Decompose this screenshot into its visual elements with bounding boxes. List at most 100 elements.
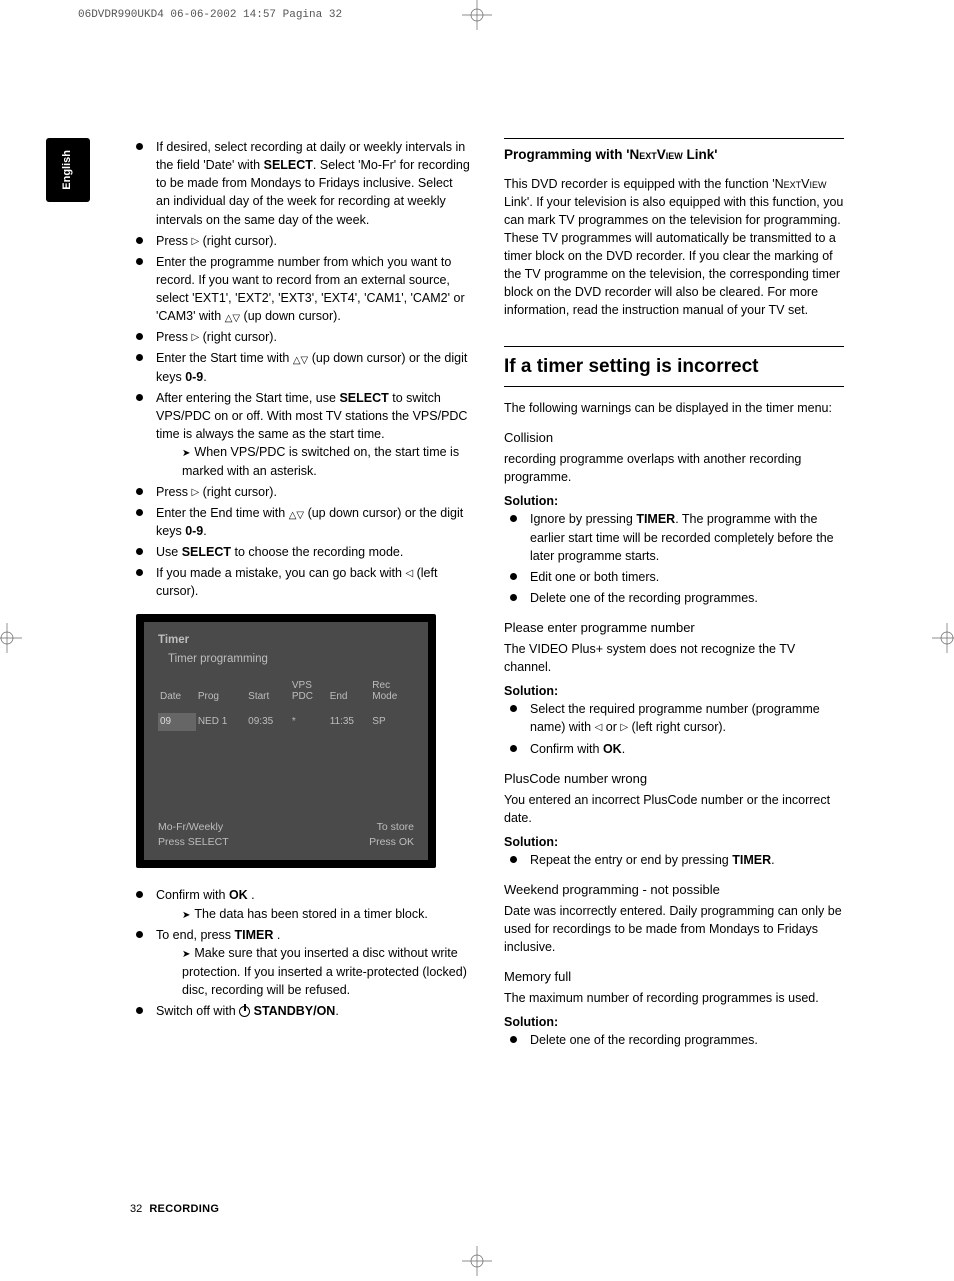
ui-text: EXT4 [323, 291, 354, 305]
list-item: Ignore by pressing TIMER. The programme … [504, 510, 844, 564]
ui-text: Mo-Fr [360, 158, 393, 172]
osd-col-header: Date [158, 678, 196, 713]
osd-col-header: End [328, 678, 371, 713]
right-column: Programming with 'NextView Link' This DV… [504, 138, 844, 1052]
osd-col-header: RecMode [370, 678, 414, 713]
solution-list: Ignore by pressing TIMER. The programme … [504, 510, 844, 607]
warning-title: Please enter programme number [504, 619, 844, 638]
osd-cell: 11:35 [328, 713, 371, 732]
bold-text: SELECT [182, 545, 231, 559]
crop-mark-left-icon [0, 623, 22, 653]
osd-col-header: Prog [196, 678, 246, 713]
list-item: Use SELECT to choose the recording mode. [130, 543, 470, 561]
bold-text: TIMER [732, 853, 771, 867]
solution-list: Select the required programme number (pr… [504, 700, 844, 757]
footer-section: RECORDING [149, 1203, 219, 1215]
warning-desc: The VIDEO Plus+ system does not recogniz… [504, 640, 844, 676]
left-cursor-icon: ◁ [595, 721, 603, 736]
list-item: Enter the Start time with △▽ (up down cu… [130, 349, 470, 385]
warning-desc: recording programme overlaps with anothe… [504, 450, 844, 486]
solution-label: Solution: [504, 1013, 844, 1031]
osd-cell: 09 [158, 713, 196, 732]
bold-text: TIMER [636, 512, 675, 526]
print-header: 06DVDR990UKD4 06-06-2002 14:57 Pagina 32 [78, 8, 342, 24]
bold-text: STANDBY/ON [250, 1004, 335, 1018]
bold-text: 0-9 [185, 370, 203, 384]
solution-list: Repeat the entry or end by pressing TIME… [504, 851, 844, 869]
right-cursor-icon: ▷ [191, 235, 199, 250]
osd-cell: 09:35 [246, 713, 290, 732]
bold-text: TIMER [235, 928, 274, 942]
bold-text: OK [229, 888, 248, 902]
warning-title: PlusCode number wrong [504, 770, 844, 789]
warning-title: Memory full [504, 968, 844, 987]
list-item: Enter the programme number from which yo… [130, 253, 470, 326]
list-item: Press ▷ (right cursor). [130, 232, 470, 250]
nextview-para: This DVD recorder is equipped with the f… [504, 175, 844, 320]
osd-table: DateProgStartVPSPDCEndRecMode 09NED 109:… [158, 678, 414, 732]
list-item: Delete one of the recording programmes. [504, 1031, 844, 1049]
list-item: Switch off with STANDBY/ON. [130, 1002, 470, 1020]
ui-text: EXT2 [238, 291, 269, 305]
list-item: Enter the End time with △▽ (up down curs… [130, 504, 470, 540]
arrow-note: The data has been stored in a timer bloc… [156, 905, 470, 924]
ui-text: EXT3 [280, 291, 311, 305]
ui-text: EXT1 [195, 291, 226, 305]
osd-panel: Timer Timer programming DateProgStartVPS… [136, 614, 436, 868]
page-number: 32 [130, 1203, 142, 1215]
warning-desc: The maximum number of recording programm… [504, 989, 844, 1007]
right-cursor-icon: ▷ [191, 486, 199, 501]
ui-text: CAM3 [158, 309, 193, 323]
instruction-list: If desired, select recording at daily or… [130, 138, 470, 600]
osd-footer-left-1: Mo-Fr/Weekly [158, 820, 229, 835]
osd-col-header: VPSPDC [290, 678, 328, 713]
list-item: Press ▷ (right cursor). [130, 328, 470, 346]
list-item: Edit one or both timers. [504, 568, 844, 586]
osd-cell: NED 1 [196, 713, 246, 732]
list-item: Confirm with OK. [504, 740, 844, 758]
solution-label: Solution: [504, 682, 844, 700]
up-down-cursor-icon: △▽ [225, 315, 240, 322]
bold-text: OK [603, 742, 622, 756]
ui-text: CAM1 [366, 291, 401, 305]
arrow-note: When VPS/PDC is switched on, the start t… [156, 443, 470, 480]
osd-footer-right-1: To store [369, 820, 414, 835]
solution-label: Solution: [504, 492, 844, 510]
osd-cell: SP [370, 713, 414, 732]
list-item: Repeat the entry or end by pressing TIME… [504, 851, 844, 869]
warning-desc: Date was incorrectly entered. Daily prog… [504, 902, 844, 956]
up-down-cursor-icon: △▽ [289, 512, 304, 519]
bold-text: SELECT [264, 158, 313, 172]
left-column: If desired, select recording at daily or… [130, 138, 470, 1052]
language-tab-label: English [60, 150, 76, 190]
osd-subtitle: Timer programming [168, 651, 414, 668]
solution-label: Solution: [504, 833, 844, 851]
list-item: After entering the Start time, use SELEC… [130, 389, 470, 480]
osd-title: Timer [158, 632, 414, 649]
heading-nextview: Programming with 'NextView Link' [504, 138, 844, 165]
heading-incorrect-timer: If a timer setting is incorrect [504, 346, 844, 388]
warning-title: Collision [504, 429, 844, 448]
list-item: If you made a mistake, you can go back w… [130, 564, 470, 600]
list-item: Confirm with OK .The data has been store… [130, 886, 470, 923]
solution-list: Delete one of the recording programmes. [504, 1031, 844, 1049]
language-tab: English [46, 138, 90, 202]
crop-mark-top-icon [462, 0, 492, 30]
bold-text: 0-9 [185, 524, 203, 538]
right-cursor-icon: ▷ [620, 721, 628, 736]
up-down-cursor-icon: △▽ [293, 357, 308, 364]
list-item: If desired, select recording at daily or… [130, 138, 470, 229]
list-item: Select the required programme number (pr… [504, 700, 844, 736]
incorrect-intro: The following warnings can be displayed … [504, 399, 844, 417]
left-cursor-icon: ◁ [405, 567, 413, 582]
instruction-list-after: Confirm with OK .The data has been store… [130, 886, 470, 1020]
osd-footer-right-2: Press OK [369, 835, 414, 850]
list-item: To end, press TIMER .Make sure that you … [130, 926, 470, 999]
osd-col-header: Start [246, 678, 290, 713]
page-footer: 32 RECORDING [130, 1202, 219, 1218]
right-cursor-icon: ▷ [191, 331, 199, 346]
warning-desc: You entered an incorrect PlusCode number… [504, 791, 844, 827]
crop-mark-bottom-icon [462, 1246, 492, 1276]
arrow-note: Make sure that you inserted a disc witho… [156, 944, 470, 999]
bold-text: SELECT [339, 391, 388, 405]
